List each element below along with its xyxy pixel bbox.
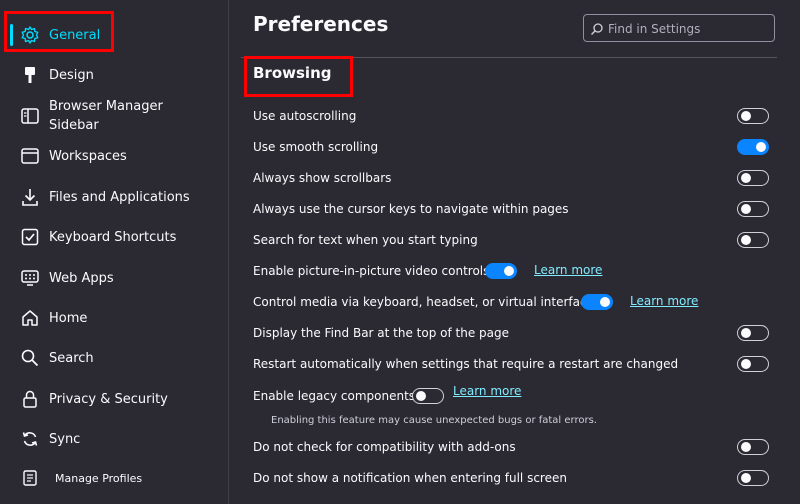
lock-icon (20, 389, 40, 409)
sidebar-item-label: Sync (49, 431, 81, 447)
sidebar-item-label: Search (49, 350, 94, 366)
sidebar-item-privacy-security[interactable]: Privacy & Security (0, 379, 228, 419)
setting-label-pip: Enable picture-in-picture video controls (253, 264, 490, 278)
main-content: Preferences Browsing Use autoscrolling U… (229, 0, 800, 504)
sidebar-item-sync[interactable]: Sync (0, 419, 228, 459)
sidebar-item-browser-manager-sidebar[interactable]: Browser Manager Sidebar (0, 96, 228, 136)
toggle-addon-compat[interactable] (737, 439, 769, 455)
search-icon (590, 21, 604, 35)
sync-icon (20, 429, 40, 449)
toggle-knob (416, 391, 426, 401)
highlight-box-browsing (244, 56, 353, 97)
setting-label-search-typing: Search for text when you start typing (253, 233, 478, 247)
sidebar-item-label: Design (49, 67, 94, 83)
toggle-knob (741, 442, 751, 452)
toggle-knob (504, 266, 514, 276)
workspaces-icon (20, 146, 40, 166)
setting-label-smooth-scrolling: Use smooth scrolling (253, 140, 379, 154)
webapps-icon (20, 268, 40, 288)
setting-label-fullscreen-notification: Do not show a notification when entering… (253, 471, 567, 485)
toggle-find-bar[interactable] (737, 325, 769, 341)
home-icon (20, 308, 40, 328)
sidebar-item-home[interactable]: Home (0, 298, 228, 338)
page-title: Preferences (253, 12, 389, 36)
toggle-knob (741, 359, 751, 369)
toggle-knob (756, 142, 766, 152)
sidebar-icon (20, 106, 40, 126)
setting-label-legacy-components: Enable legacy components (253, 389, 416, 403)
search-icon (20, 348, 40, 368)
toggle-knob (741, 473, 751, 483)
toggle-knob (741, 235, 751, 245)
setting-label-restart: Restart automatically when settings that… (253, 357, 679, 371)
sidebar-item-keyboard-shortcuts[interactable]: Keyboard Shortcuts (0, 217, 228, 257)
toggle-smooth-scrolling[interactable] (737, 139, 769, 155)
setting-label-cursor-keys: Always use the cursor keys to navigate w… (253, 202, 569, 216)
sidebar-item-workspaces[interactable]: Workspaces (0, 136, 228, 176)
profiles-icon (20, 468, 40, 488)
learn-more-link-legacy[interactable]: Learn more (453, 384, 521, 398)
toggle-knob (741, 111, 751, 121)
toggle-pip[interactable] (485, 263, 517, 279)
toggle-cursor-keys[interactable] (737, 201, 769, 217)
sidebar: General Design Browser Manager Sidebar W… (0, 0, 229, 504)
sidebar-item-label: Keyboard Shortcuts (49, 229, 177, 245)
toggle-legacy-components[interactable] (412, 388, 444, 404)
setting-label-show-scrollbars: Always show scrollbars (253, 171, 392, 185)
setting-label-autoscrolling: Use autoscrolling (253, 109, 357, 123)
sidebar-item-search[interactable]: Search (0, 338, 228, 378)
manage-profiles-label: Manage Profiles (55, 471, 143, 485)
sidebar-item-label: Files and Applications (49, 189, 190, 205)
toggle-knob (600, 297, 610, 307)
keyboard-check-icon (20, 227, 40, 247)
legacy-warning-note: Enabling this feature may cause unexpect… (271, 415, 597, 426)
toggle-autoscrolling[interactable] (737, 108, 769, 124)
sidebar-item-label: Privacy & Security (49, 391, 168, 407)
sidebar-item-label: Workspaces (49, 148, 127, 164)
sidebar-item-web-apps[interactable]: Web Apps (0, 258, 228, 298)
brush-icon (20, 65, 40, 85)
toggle-knob (741, 173, 751, 183)
sidebar-item-files-and-applications[interactable]: Files and Applications (0, 177, 228, 217)
toggle-search-typing[interactable] (737, 232, 769, 248)
sidebar-item-label: Browser Manager Sidebar (49, 99, 163, 133)
setting-label-media-control: Control media via keyboard, headset, or … (253, 295, 594, 309)
search-box[interactable] (583, 14, 775, 43)
manage-profiles-button[interactable]: Manage Profiles (0, 458, 228, 498)
toggle-media-control[interactable] (581, 294, 613, 310)
learn-more-link-media[interactable]: Learn more (630, 294, 698, 308)
toggle-show-scrollbars[interactable] (737, 170, 769, 186)
highlight-box-general (4, 11, 114, 52)
download-icon (20, 187, 40, 207)
sidebar-item-design[interactable]: Design (0, 55, 228, 95)
setting-label-find-bar: Display the Find Bar at the top of the p… (253, 326, 510, 340)
learn-more-link-pip[interactable]: Learn more (534, 263, 602, 277)
toggle-restart[interactable] (737, 356, 769, 372)
toggle-fullscreen-notification[interactable] (737, 470, 769, 486)
sidebar-item-label: Web Apps (49, 270, 114, 286)
search-input[interactable] (606, 15, 770, 43)
toggle-knob (741, 328, 751, 338)
sidebar-item-label: Home (49, 310, 88, 326)
setting-label-addon-compat: Do not check for compatibility with add-… (253, 440, 516, 454)
toggle-knob (741, 204, 751, 214)
